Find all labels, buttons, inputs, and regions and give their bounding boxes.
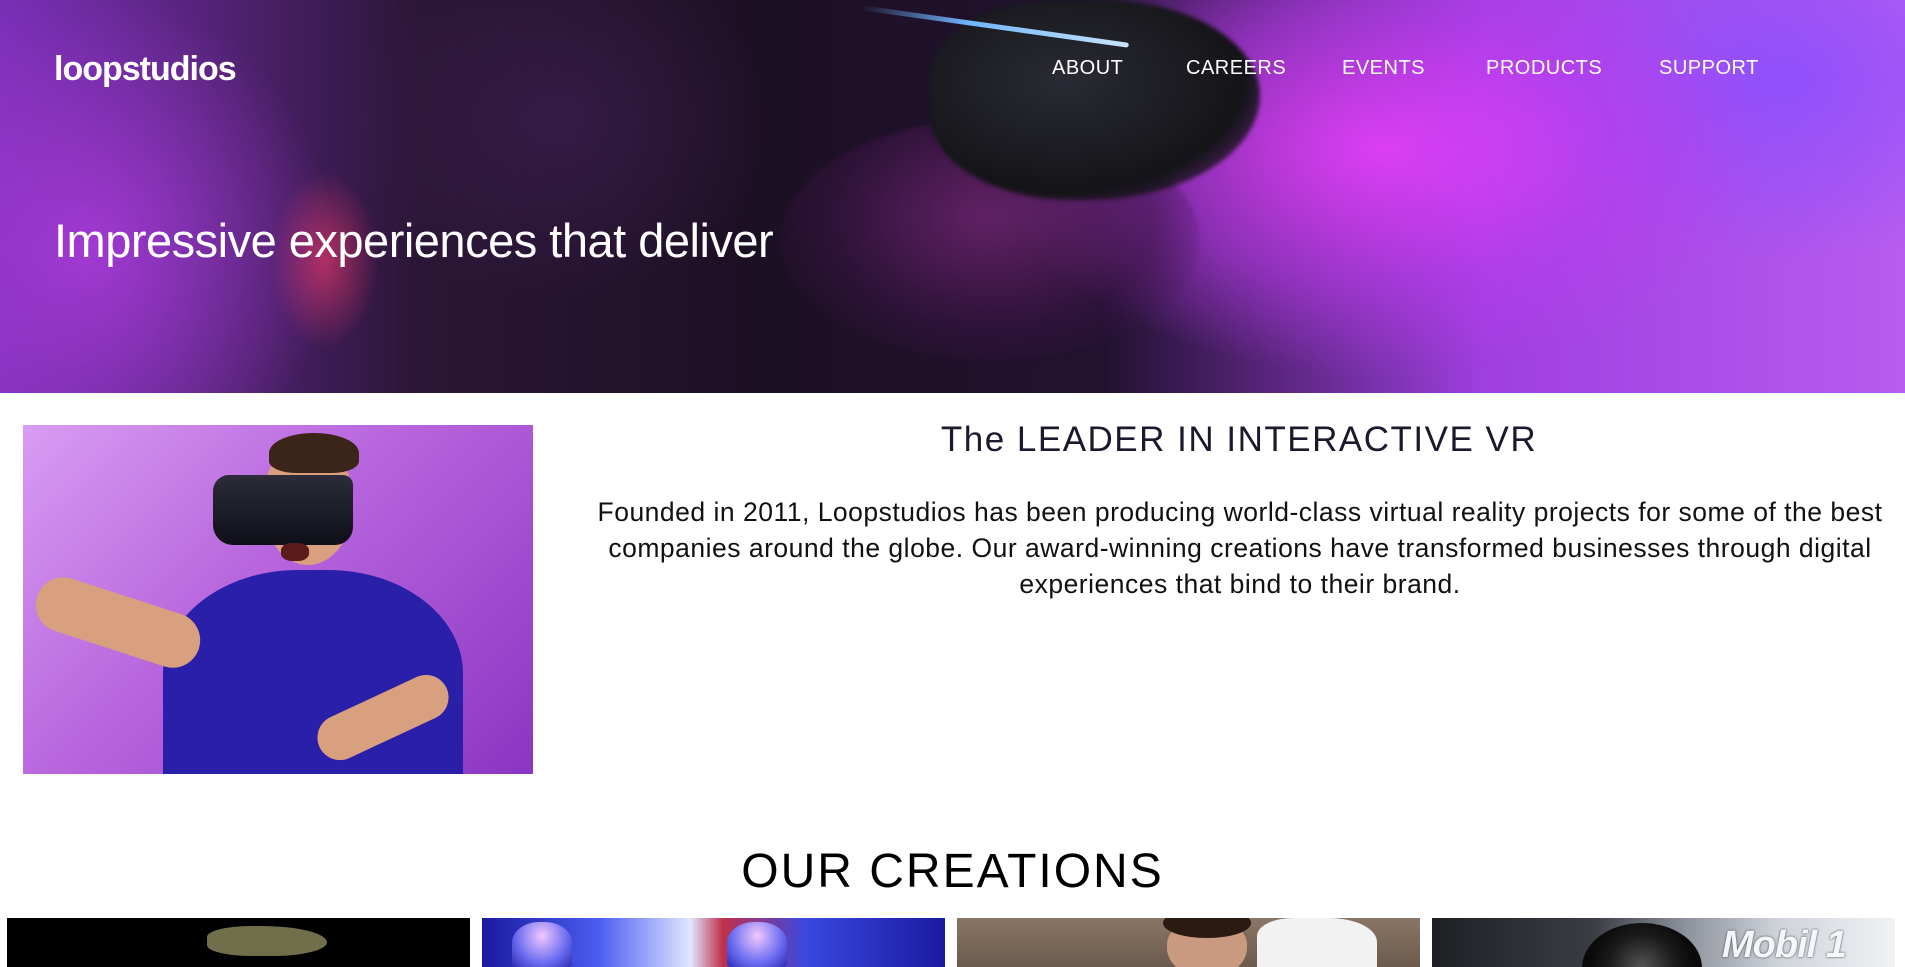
hero-banner: loopstudios ABOUT CAREERS EVENTS PRODUCT… <box>0 0 1905 393</box>
intro-vr-image <box>23 425 533 774</box>
nav-item-about[interactable]: ABOUT <box>1052 57 1123 80</box>
intro-image-vr-headset <box>213 475 353 545</box>
intro-image-arm <box>28 570 208 675</box>
racecar-wheel <box>1582 923 1702 967</box>
creations-title: OUR CREATIONS <box>741 845 1164 898</box>
nav-item-careers[interactable]: CAREERS <box>1186 57 1286 80</box>
creation-card-racecar[interactable]: Mobil 1 <box>1432 918 1895 967</box>
hero-headline: Impressive experiences that deliver <box>54 214 774 267</box>
intro-image-hair <box>269 433 359 473</box>
intro-image-shirt <box>163 570 463 774</box>
main-nav: ABOUT CAREERS EVENTS PRODUCTS SUPPORT <box>0 57 1905 81</box>
creation-card-earth[interactable] <box>7 918 470 967</box>
portrait-shirt <box>1257 918 1377 967</box>
nav-item-products[interactable]: PRODUCTS <box>1486 57 1602 80</box>
intro-title: The LEADER IN INTERACTIVE VR <box>940 420 1538 459</box>
arcade-cup <box>512 922 572 967</box>
nav-item-support[interactable]: SUPPORT <box>1659 57 1759 80</box>
nav-item-events[interactable]: EVENTS <box>1342 57 1425 80</box>
racecar-sponsor-logo: Mobil 1 <box>1722 924 1847 966</box>
creation-card-arcade[interactable] <box>482 918 945 967</box>
creation-card-portrait[interactable] <box>957 918 1420 967</box>
hero-background-vr-goggles <box>930 0 1260 200</box>
intro-image-mouth <box>281 543 309 561</box>
intro-body: Founded in 2011, Loopstudios has been pr… <box>597 497 1883 599</box>
earth-landmass <box>207 926 327 956</box>
arcade-cup <box>727 922 787 967</box>
